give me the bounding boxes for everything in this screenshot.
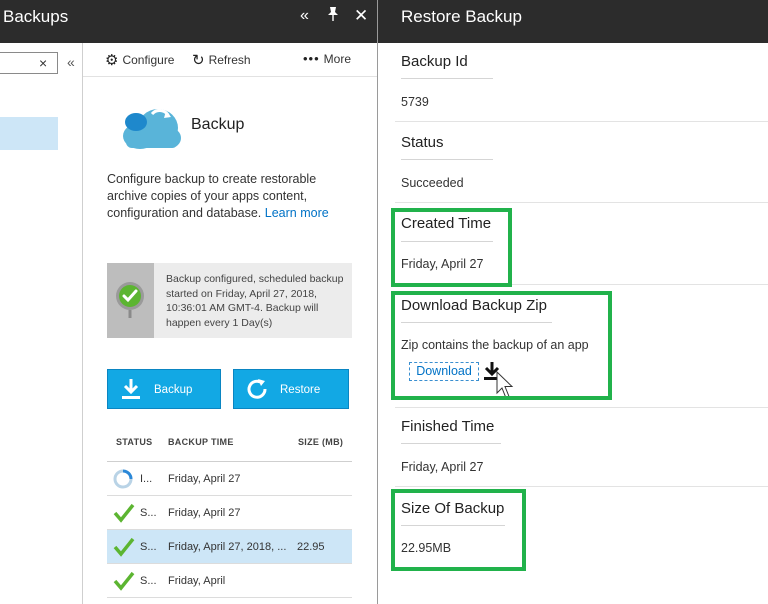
backup-description: Configure backup to create restorable ar…: [107, 171, 357, 222]
backup-status-notice: Backup configured, scheduled backup star…: [107, 263, 352, 338]
status-value: Succeeded: [401, 176, 464, 190]
selected-resource-item[interactable]: [0, 117, 58, 150]
backups-blade-title: Backups: [3, 7, 69, 26]
section-divider: [395, 407, 768, 408]
backup-heading: Backup: [191, 116, 245, 133]
backups-toolbar: ⚙ Configure ↻ Refresh ••• More: [83, 43, 378, 77]
blade-divider: [377, 0, 378, 604]
backup-id-label: Backup Id: [401, 53, 468, 70]
panel-divider: [82, 43, 83, 604]
row-backup-time: Friday, April 27: [168, 507, 241, 519]
filter-input[interactable]: [0, 52, 58, 74]
checkmark-icon: [113, 571, 135, 591]
checkmark-icon: [113, 503, 135, 523]
restore-button[interactable]: Restore: [233, 369, 349, 409]
column-header-backup-time[interactable]: BACKUP TIME: [168, 437, 234, 447]
configure-button[interactable]: ⚙ Configure: [105, 51, 174, 69]
highlight-created-time: [391, 208, 512, 287]
table-row[interactable]: S... Friday, April: [107, 564, 352, 598]
backup-button-label: Backup: [154, 384, 193, 396]
gear-icon: ⚙: [105, 52, 119, 69]
notice-icon-area: [107, 263, 154, 338]
notice-text: Backup configured, scheduled backup star…: [166, 273, 344, 329]
row-status: S...: [140, 541, 157, 553]
row-status: I...: [140, 473, 153, 485]
restore-blade-title: Restore Backup: [401, 7, 522, 26]
download-arrow-icon: [122, 379, 140, 399]
column-header-status[interactable]: STATUS: [116, 437, 152, 447]
column-header-size[interactable]: SIZE (MB): [298, 437, 343, 447]
backup-button[interactable]: Backup: [107, 369, 221, 409]
table-row[interactable]: I... Friday, April 27: [107, 462, 352, 496]
refresh-label: Refresh: [208, 53, 251, 67]
collapse-icon[interactable]: «: [300, 6, 309, 26]
table-row-selected[interactable]: S... Friday, April 27, 2018, ... 22.95: [107, 530, 352, 564]
refresh-button[interactable]: ↻ Refresh: [192, 51, 251, 69]
clear-filter-icon[interactable]: ×: [39, 55, 47, 71]
configure-label: Configure: [122, 53, 175, 67]
section-divider: [395, 202, 768, 203]
ellipsis-icon: •••: [303, 51, 320, 66]
checkmark-icon: [113, 537, 135, 557]
collapse-panel-icon[interactable]: «: [67, 54, 75, 70]
backup-id-value: 5739: [401, 95, 429, 109]
more-button[interactable]: ••• More: [303, 51, 351, 66]
restore-icon: [247, 379, 267, 399]
field-underline: [401, 443, 501, 444]
close-icon[interactable]: ✕: [354, 6, 368, 26]
learn-more-link[interactable]: Learn more: [265, 206, 329, 220]
success-badge-icon: [116, 282, 144, 318]
section-divider: [395, 121, 768, 122]
section-divider: [395, 486, 768, 487]
restore-button-label: Restore: [280, 384, 321, 396]
field-underline: [401, 159, 493, 160]
row-backup-time: Friday, April 27: [168, 473, 241, 485]
highlight-size-of-backup: [391, 489, 526, 571]
row-backup-time: Friday, April: [168, 575, 226, 587]
backups-blade-header: Backups « ✕: [0, 0, 378, 43]
in-progress-icon: [113, 469, 133, 489]
refresh-icon: ↻: [192, 52, 205, 69]
restore-blade-header: Restore Backup: [378, 0, 768, 43]
row-status: S...: [140, 575, 157, 587]
finished-time-value: Friday, April 27: [401, 460, 484, 474]
row-backup-time: Friday, April 27, 2018, ...: [168, 541, 287, 553]
backup-cloud-icon: [123, 109, 181, 149]
status-label: Status: [401, 134, 444, 151]
row-status: S...: [140, 507, 157, 519]
table-row[interactable]: S... Friday, April 27: [107, 496, 352, 530]
field-underline: [401, 78, 493, 79]
pin-icon[interactable]: [326, 6, 340, 28]
finished-time-label: Finished Time: [401, 418, 495, 435]
more-label: More: [323, 51, 351, 66]
row-size: 22.95: [297, 541, 325, 553]
highlight-download-zip: [391, 291, 612, 400]
